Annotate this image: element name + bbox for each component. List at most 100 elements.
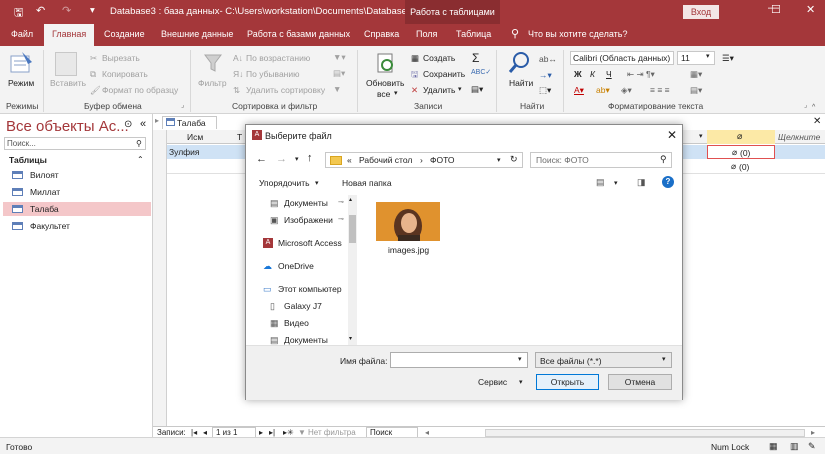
filetype-select[interactable]: Все файлы (*.*)	[535, 352, 672, 368]
image-thumbnail[interactable]	[376, 202, 440, 241]
spelling-icon[interactable]: ABC✓	[471, 68, 491, 76]
section-collapse-icon[interactable]: ⌃	[137, 155, 144, 164]
save-icon[interactable]: 🖫	[14, 4, 23, 23]
next-record-icon[interactable]: ▸	[259, 428, 263, 437]
breadcrumb-foto[interactable]: ФОТО	[430, 155, 455, 165]
copy-button[interactable]: Копировать	[102, 69, 148, 79]
close-document-icon[interactable]: ✕	[813, 116, 821, 127]
tab-external-data[interactable]: Внешние данные	[161, 29, 233, 39]
datasheet-view-icon[interactable]: ▦	[769, 441, 778, 452]
tree-item-galaxy[interactable]: Galaxy J7	[284, 301, 322, 311]
tree-item-access[interactable]: Microsoft Access	[278, 238, 342, 248]
click-to-add-header[interactable]: Щелкните	[778, 132, 820, 142]
sort-asc-button[interactable]: По возрастанию	[246, 53, 310, 63]
filter-icon[interactable]	[204, 52, 222, 74]
qat-customize-icon[interactable]: ▾	[90, 5, 95, 16]
organize-dropdown-icon[interactable]: ▾	[315, 179, 319, 187]
remove-sort-button[interactable]: Удалить сортировку	[246, 85, 325, 95]
tab-home[interactable]: Главная	[44, 24, 95, 46]
replace-icon[interactable]: ab↔	[539, 54, 557, 64]
column-header-t[interactable]: Т	[237, 132, 242, 142]
select-icon[interactable]: ⬚▾	[539, 85, 551, 96]
view-dropdown-icon[interactable]: ▾	[614, 179, 618, 187]
format-painter-button[interactable]: Формат по образцу	[102, 85, 178, 95]
dialog-close-button[interactable]: ✕	[667, 128, 677, 142]
view-options-icon[interactable]: ▤	[596, 177, 605, 188]
redo-icon[interactable]: ↷	[62, 4, 71, 17]
nav-item-fakultet[interactable]: Факультет	[3, 219, 151, 233]
up-arrow-icon[interactable]: ↑	[307, 152, 313, 164]
undo-icon[interactable]: ↶	[36, 4, 45, 17]
refresh-icon[interactable]	[375, 52, 397, 74]
new-record-nav-icon[interactable]: ▸✳	[283, 428, 294, 437]
bold-button[interactable]: Ж	[574, 69, 582, 79]
text-launcher-icon[interactable]: ⌟	[804, 101, 807, 109]
selection-filter-icon[interactable]: ▼▾	[333, 52, 346, 63]
tab-database-tools[interactable]: Работа с базами данных	[247, 29, 350, 39]
first-record-icon[interactable]: |◂	[191, 428, 197, 437]
save-record-button[interactable]: Сохранить	[423, 69, 465, 79]
no-filter-icon[interactable]: ▼	[298, 428, 306, 437]
collapse-ribbon-icon[interactable]: ^	[812, 104, 815, 111]
tree-item-documents[interactable]: Документы	[284, 198, 328, 208]
attachment-header[interactable]: ⌀	[707, 130, 775, 144]
format-painter-icon[interactable]: 🖌	[90, 85, 101, 96]
sort-desc-icon[interactable]: Я↓	[233, 69, 243, 79]
more-records-icon[interactable]: ▤▾	[471, 84, 483, 95]
refresh-dropdown-icon[interactable]: ▾	[394, 89, 398, 97]
preview-pane-icon[interactable]: ◨	[637, 177, 646, 188]
help-icon[interactable]: ?	[662, 176, 674, 188]
close-button[interactable]: ✕	[806, 3, 815, 16]
tab-fields[interactable]: Поля	[416, 29, 437, 39]
breadcrumb-desktop[interactable]: Рабочий стол	[359, 155, 412, 165]
prev-record-icon[interactable]: ◂	[203, 428, 207, 437]
fill-color-icon[interactable]: ◈▾	[621, 85, 632, 96]
maximize-button[interactable]: ☐	[771, 3, 781, 16]
refresh-address-icon[interactable]: ↻	[510, 154, 518, 165]
font-size-dropdown-icon[interactable]: ▾	[706, 52, 710, 60]
organize-button[interactable]: Упорядочить	[259, 178, 310, 188]
file-name-images[interactable]: images.jpg	[388, 245, 429, 255]
attachment-cell[interactable]: ⌀ (0)	[707, 145, 775, 159]
tree-item-this-pc[interactable]: Этот компьютер	[278, 284, 342, 294]
nav-item-talaba[interactable]: Талаба	[3, 202, 151, 216]
view-button[interactable]: Режим	[8, 78, 34, 88]
advanced-filter-icon[interactable]: ▤▾	[333, 68, 345, 79]
nav-item-millat[interactable]: Миллат	[3, 185, 151, 199]
horizontal-scrollbar[interactable]	[485, 429, 805, 437]
delete-record-icon[interactable]: ✕	[411, 85, 418, 96]
tree-item-documents-2[interactable]: Документы	[284, 335, 328, 345]
tree-item-pictures[interactable]: Изображени	[284, 215, 333, 225]
tab-help[interactable]: Справка	[364, 29, 399, 39]
copy-icon[interactable]: ⧉	[90, 69, 96, 80]
address-bar[interactable]: « Рабочий стол › ФОТО ▾ ↻	[325, 152, 523, 168]
open-button[interactable]: Открыть	[536, 374, 599, 390]
service-dropdown-icon[interactable]: ▾	[519, 378, 523, 386]
back-arrow-icon[interactable]: ←	[256, 153, 267, 165]
highlight-icon[interactable]: ab▾	[596, 85, 610, 96]
toggle-filter-icon[interactable]: ▼	[333, 84, 341, 94]
underline-button[interactable]: Ч	[606, 69, 612, 79]
cell-ism[interactable]: Зулфия	[169, 147, 200, 157]
filetype-dropdown-icon[interactable]: ▾	[662, 355, 666, 363]
font-color-icon[interactable]: A▾	[574, 85, 584, 96]
scroll-right-icon[interactable]: ▸	[811, 428, 815, 437]
list-icon[interactable]: ☰▾	[722, 53, 734, 64]
nav-item-viloyat[interactable]: Вилоят	[3, 168, 151, 182]
filename-input[interactable]	[390, 352, 528, 368]
nav-section-tables[interactable]: Таблицы	[9, 155, 47, 165]
cancel-button[interactable]: Отмена	[608, 374, 672, 390]
shutter-bar-icon[interactable]: «	[140, 118, 146, 130]
paste-button[interactable]: Вставить	[50, 78, 86, 88]
tree-scrollbar[interactable]: ▴ ▾	[348, 195, 357, 345]
tab-table[interactable]: Таблица	[456, 29, 491, 39]
filter-button[interactable]: Фильтр	[198, 78, 227, 88]
column-header-ism[interactable]: Исм	[187, 132, 203, 142]
cut-icon[interactable]: ✂	[90, 53, 97, 64]
find-icon[interactable]	[508, 51, 530, 75]
sort-desc-button[interactable]: По убыванию	[246, 69, 300, 79]
pivot-view-icon[interactable]: ▥	[790, 441, 799, 452]
totals-icon[interactable]: Σ	[472, 51, 479, 65]
tree-scroll-thumb[interactable]	[349, 215, 356, 243]
tab-create[interactable]: Создание	[104, 29, 145, 39]
